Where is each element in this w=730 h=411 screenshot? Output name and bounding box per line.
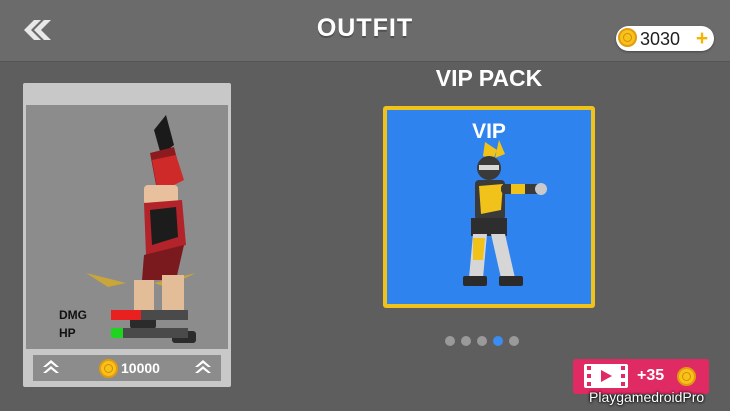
pager-dot[interactable] (493, 336, 503, 346)
coin-icon (618, 28, 637, 47)
pager-dot[interactable] (509, 336, 519, 346)
reward-amount: +35 (637, 367, 665, 384)
coin-amount: 3030 (640, 29, 681, 49)
coin-icon (99, 359, 118, 378)
vip-character-figure (463, 140, 547, 286)
vip-pack-preview: VIP (387, 110, 591, 304)
top-bar: OUTFIT 3030 + (0, 0, 730, 62)
watermark: PlaygamedroidPro (589, 389, 705, 405)
hp-bar (111, 328, 188, 338)
character-card[interactable]: DMG HP 10000 (23, 83, 231, 387)
upgrade-chevrons-icon (43, 360, 59, 373)
upgrade-chevrons-icon (195, 360, 211, 373)
pager-dot[interactable] (461, 336, 471, 346)
character-preview: DMG HP (26, 105, 228, 349)
coin-icon (677, 367, 696, 386)
coin-balance: 3030 + (616, 26, 714, 51)
pager-dot[interactable] (445, 336, 455, 346)
dmg-bar (111, 310, 188, 320)
add-coins-button[interactable]: + (692, 28, 712, 49)
hp-bar-fill (111, 328, 124, 338)
vip-pack-card[interactable]: VIP (383, 106, 595, 308)
dmg-label: DMG (59, 308, 87, 322)
pack-title: VIP PACK (435, 65, 543, 91)
hp-label: HP (59, 326, 76, 340)
buy-button[interactable]: 10000 (33, 355, 221, 381)
pager-dot[interactable] (477, 336, 487, 346)
dmg-bar-fill (111, 310, 142, 320)
video-icon (584, 364, 628, 388)
outfit-price: 10000 (121, 360, 160, 376)
